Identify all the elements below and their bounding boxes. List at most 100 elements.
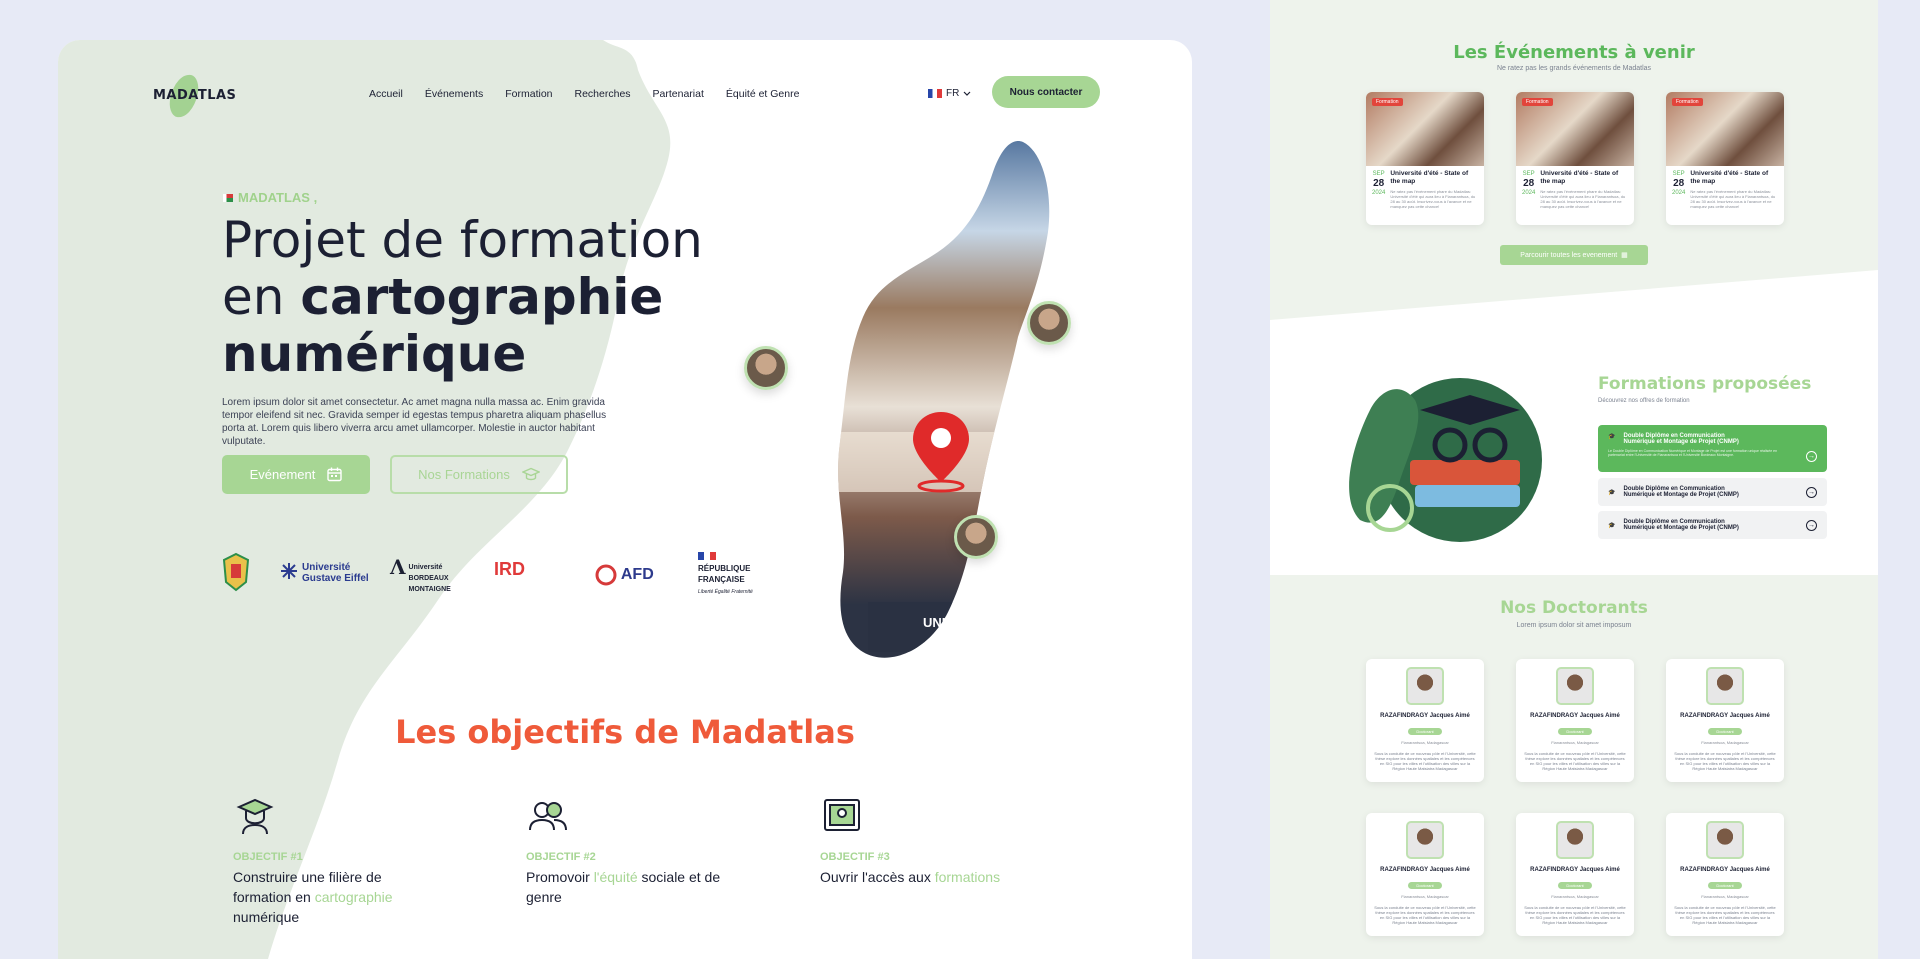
event-date: SEP 28 2024	[1522, 171, 1536, 196]
doctorant-card[interactable]: RAZAFINDRAGY Jacques Aimé Doctorant Fianar…	[1366, 813, 1484, 936]
madatlas-logo[interactable]: MADATLAS	[153, 71, 243, 121]
nav-item-accueil[interactable]: Accueil	[369, 88, 403, 100]
nav-item-evenements[interactable]: Événements	[425, 88, 483, 100]
doctorant-location: Fianarantsoa, Madagascar	[1401, 740, 1449, 745]
doctorant-photo	[1706, 667, 1744, 705]
doctorant-name: RAZAFINDRAGY Jacques Aimé	[1380, 867, 1470, 873]
event-tag: Formation	[1372, 98, 1403, 106]
doctorant-card[interactable]: RAZAFINDRAGY Jacques Aimé Doctorant Fianar…	[1366, 659, 1484, 782]
formation-item[interactable]: 🎓 Double Diplôme en Communication Numéri…	[1598, 511, 1827, 539]
hero-description: Lorem ipsum dolor sit amet consectetur. …	[222, 397, 607, 447]
event-card[interactable]: Formation SEP 28 2024 Université d'été - S…	[1366, 92, 1484, 225]
formations-subtitle: Découvrez nos offres de formation	[1598, 398, 1690, 404]
event-card[interactable]: Formation SEP 28 2024 Université d'été - S…	[1666, 92, 1784, 225]
doctorant-badge: Doctorant	[1558, 882, 1592, 889]
eiffel-logo: Université Gustave Eiffel	[280, 562, 372, 584]
all-events-button[interactable]: Parcourir toutes les evenement ▦	[1500, 245, 1648, 265]
event-description: Ne ratez pas l'événement phare du Madatl…	[1540, 189, 1626, 209]
graduation-cap-icon: 🎓	[1608, 489, 1616, 496]
event-description: Ne ratez pas l'événement phare du Madatl…	[1690, 189, 1776, 209]
event-date: SEP 28 2024	[1372, 171, 1386, 196]
doctorant-card[interactable]: RAZAFINDRAGY Jacques Aimé Doctorant Fianar…	[1666, 813, 1784, 936]
formation-item-active[interactable]: 🎓 Double Diplôme en Communication Numéri…	[1598, 425, 1827, 472]
doctorants-subtitle: Lorem ipsum dolor sit amet imposum	[1516, 622, 1632, 629]
doctorant-badge: Doctorant	[1558, 728, 1592, 735]
event-tag: Formation	[1672, 98, 1703, 106]
formation-label: Double Diplôme en Communication Numériqu…	[1623, 433, 1739, 445]
arrow-right-icon: →	[1806, 519, 1817, 531]
arrow-right-icon: →	[1806, 486, 1817, 498]
graduation-cap-icon: 🎓	[1608, 522, 1616, 529]
nav-item-formation[interactable]: Formation	[505, 88, 552, 100]
doctorant-card[interactable]: RAZAFINDRAGY Jacques Aimé Doctorant Fianar…	[1516, 813, 1634, 936]
afd-ring-icon	[595, 564, 617, 586]
hero-title-prefix: en	[222, 268, 301, 326]
event-photo: Formation	[1366, 92, 1484, 166]
eyebrow-text: MADATLAS ,	[238, 190, 318, 205]
event-photo: Formation	[1666, 92, 1784, 166]
doctorant-description: Sous la conduite de ce nouveau pôle et l…	[1374, 751, 1476, 771]
doctorants-title: Nos Doctorants	[1500, 598, 1648, 618]
doctorant-photo	[1406, 821, 1444, 859]
objective-1: OBJECTIF #1 Construire une filière de fo…	[233, 794, 433, 927]
hero-title-line3: numérique	[222, 325, 527, 383]
main-menu: Accueil Événements Formation Recherches …	[369, 88, 799, 100]
formation-label: Double Diplôme en Communication Numériqu…	[1623, 519, 1739, 531]
doctorant-card[interactable]: RAZAFINDRAGY Jacques Aimé Doctorant Fianar…	[1666, 659, 1784, 782]
event-button[interactable]: Evénement	[222, 455, 370, 494]
objective-3: OBJECTIF #3 Ouvrir l'accès aux formation…	[820, 794, 1020, 887]
formation-item[interactable]: 🎓 Double Diplôme en Communication Numéri…	[1598, 478, 1827, 506]
formation-label: Double Diplôme en Communication Numériqu…	[1623, 486, 1739, 498]
nav-item-recherches[interactable]: Recherches	[575, 88, 631, 100]
nav-item-partenariat[interactable]: Partenariat	[653, 88, 704, 100]
objectives-title: Les objectifs de Madatlas	[395, 713, 855, 751]
rf-motto: Liberté Égalité Fraternité	[698, 589, 753, 595]
doctorant-description: Sous la conduite de ce nouveau pôle et l…	[1524, 751, 1626, 771]
france-flag-icon	[928, 89, 942, 98]
contact-button[interactable]: Nous contacter	[992, 76, 1100, 108]
objective-label: OBJECTIF #2	[526, 851, 596, 863]
doctorant-badge: Doctorant	[1408, 728, 1442, 735]
doctorant-description: Sous la conduite de ce nouveau pôle et l…	[1674, 751, 1776, 771]
objective-text: Construire une filière de formation en c…	[233, 869, 393, 925]
calendar-icon: ▦	[1621, 252, 1628, 259]
hero-eyebrow: MADATLAS ,	[223, 190, 317, 205]
eiffel-star-icon	[281, 563, 297, 579]
doctorant-name: RAZAFINDRAGY Jacques Aimé	[1680, 713, 1770, 719]
doctorant-location: Fianarantsoa, Madagascar	[1551, 740, 1599, 745]
doctorant-photo	[1556, 821, 1594, 859]
madagascar-flag-icon	[223, 193, 233, 202]
graduation-cap-icon: 🎓	[1608, 434, 1616, 440]
hero-title-highlight: cartographie	[300, 268, 664, 326]
formations-title: Formations proposées	[1598, 374, 1812, 394]
graduation-cap-icon	[521, 467, 540, 481]
doctorant-card[interactable]: RAZAFINDRAGY Jacques Aimé Doctorant Fianar…	[1516, 659, 1634, 782]
objective-label: OBJECTIF #1	[233, 851, 303, 863]
event-date: SEP 28 2024	[1672, 171, 1686, 196]
formations-illustration	[1349, 378, 1542, 542]
event-title: Université d'été - State of the map	[1390, 170, 1469, 185]
secondary-page-preview: Les Événements à venir Ne ratez pas les …	[1270, 0, 1878, 959]
event-card[interactable]: Formation SEP 28 2024 Université d'été - S…	[1516, 92, 1634, 225]
doctorant-name: RAZAFINDRAGY Jacques Aimé	[1380, 713, 1470, 719]
objective-label: OBJECTIF #3	[820, 851, 890, 863]
all-events-label: Parcourir toutes les evenement	[1520, 251, 1618, 259]
nav-item-equite-genre[interactable]: Équité et Genre	[726, 88, 800, 100]
doctorant-location: Fianarantsoa, Madagascar	[1701, 740, 1749, 745]
afd-logo: AFD	[595, 564, 654, 586]
events-section: Les Événements à venir Ne ratez pas les …	[1270, 0, 1878, 320]
events-title: Les Événements à venir	[1453, 42, 1695, 63]
formations-button-label: Nos Formations	[418, 467, 510, 482]
doctorant-badge: Doctorant	[1708, 728, 1742, 735]
language-label: FR	[946, 88, 960, 99]
event-title: Université d'été - State of the map	[1540, 170, 1619, 185]
doctorant-photo	[1406, 667, 1444, 705]
republique-francaise-logo: RÉPUBLIQUE FRANÇAISE Liberté Égalité Fra…	[698, 552, 756, 598]
eiffel-text: Université Gustave Eiffel	[302, 562, 369, 584]
language-selector[interactable]: FR	[928, 88, 971, 99]
top-navigation: MADATLAS Accueil Événements Formation Re…	[58, 71, 1192, 121]
formation-description: Le Double Diplôme en Communication Numér…	[1608, 449, 1778, 457]
marianne-icon	[698, 552, 716, 560]
formations-button[interactable]: Nos Formations	[390, 455, 568, 494]
doctorant-photo	[1706, 821, 1744, 859]
